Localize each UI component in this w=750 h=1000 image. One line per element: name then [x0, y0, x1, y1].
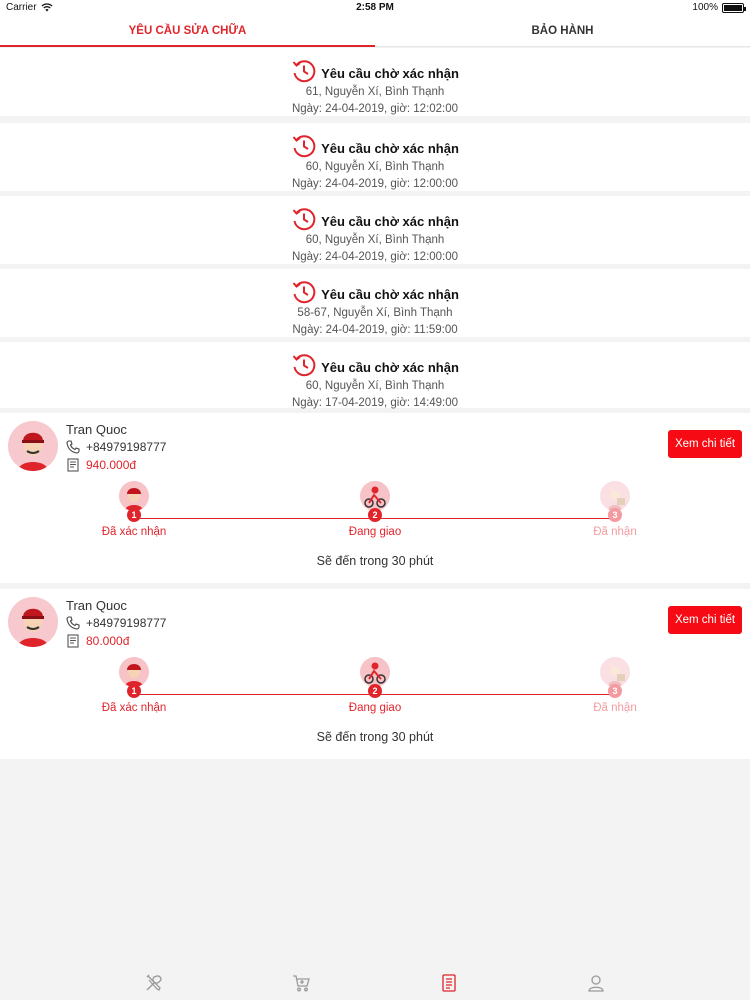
step-label: Đang giao	[348, 526, 402, 538]
step-2-icon	[360, 481, 390, 511]
step-3-icon	[600, 657, 630, 687]
pending-request-card[interactable]: Yêu cầu chờ xác nhận 60, Nguyễn Xí, Bình …	[0, 123, 750, 191]
progress-step: 1 Đã xác nhận	[74, 657, 194, 714]
customer-name: Tran Quoc	[66, 422, 127, 437]
receipt-icon	[67, 634, 79, 648]
tab-warranty[interactable]: BẢO HÀNH	[375, 16, 750, 46]
pending-request-header: Yêu cầu chờ xác nhận	[0, 58, 750, 89]
progress-step: 1 Đã xác nhận	[74, 481, 194, 538]
pending-clock-icon	[291, 279, 317, 310]
phone-row: +84979198777	[66, 616, 166, 630]
progress-step: 2 Đang giao	[315, 657, 435, 714]
step-number: 3	[608, 508, 622, 522]
progress-step: 3 Đã nhận	[555, 657, 675, 714]
pending-request-title: Yêu cầu chờ xác nhận	[321, 66, 459, 81]
phone-icon	[66, 616, 80, 630]
order-price: 80.000đ	[86, 634, 130, 648]
clock: 2:58 PM	[356, 2, 394, 13]
pending-clock-icon	[291, 352, 317, 383]
pending-request-address: 60, Nguyễn Xí, Bình Thạnh	[305, 234, 445, 246]
pending-request-header: Yêu cầu chờ xác nhận	[0, 352, 750, 383]
pending-request-datetime: Ngày: 24-04-2019, giờ: 12:02:00	[291, 103, 459, 115]
view-detail-button[interactable]: Xem chi tiết	[668, 430, 742, 458]
phone-icon	[66, 440, 80, 454]
pending-request-datetime: Ngày: 17-04-2019, giờ: 14:49:00	[291, 397, 459, 409]
pending-request-card[interactable]: Yêu cầu chờ xác nhận 60, Nguyễn Xí, Bình …	[0, 342, 750, 409]
eta-text: Sẽ đến trong 30 phút	[316, 554, 434, 568]
pending-request-datetime: Ngày: 24-04-2019, giờ: 11:59:00	[292, 324, 458, 336]
step-number: 1	[127, 684, 141, 698]
pending-request-card[interactable]: Yêu cầu chờ xác nhận 61, Nguyễn Xí, Bình …	[0, 48, 750, 116]
battery-icon	[722, 2, 746, 13]
pending-request-address: 60, Nguyễn Xí, Bình Thạnh	[305, 161, 445, 173]
avatar	[8, 421, 58, 471]
phone-row: +84979198777	[66, 440, 166, 454]
tab-repair-requests[interactable]: YÊU CẦU SỬA CHỮA	[0, 16, 375, 47]
view-detail-button[interactable]: Xem chi tiết	[668, 606, 742, 634]
segment-tabs: YÊU CẦU SỬA CHỮA BẢO HÀNH	[0, 16, 750, 47]
eta-text: Sẽ đến trong 30 phút	[316, 730, 434, 744]
bottom-tab-bar	[0, 966, 750, 1000]
step-number: 3	[608, 684, 622, 698]
pending-request-address: 61, Nguyễn Xí, Bình Thạnh	[305, 86, 445, 98]
step-label: Đã nhận	[593, 526, 637, 538]
step-3-icon	[600, 481, 630, 511]
pending-request-datetime: Ngày: 24-04-2019, giờ: 12:00:00	[291, 178, 459, 190]
pending-request-title: Yêu cầu chờ xác nhận	[321, 214, 459, 229]
pending-request-card[interactable]: Yêu cầu chờ xác nhận 58-67, Nguyễn Xí, Bì…	[0, 269, 750, 337]
phone-number: +84979198777	[86, 440, 167, 454]
step-number: 2	[368, 508, 382, 522]
cart-icon	[293, 975, 311, 992]
status-bar: Carrier 2:58 PM 100%	[0, 0, 750, 16]
pending-request-address: 60, Nguyễn Xí, Bình Thạnh	[305, 380, 445, 392]
step-label: Đã xác nhận	[101, 526, 167, 538]
pending-request-card[interactable]: Yêu cầu chờ xác nhận 60, Nguyễn Xí, Bình …	[0, 196, 750, 264]
step-1-icon	[119, 657, 149, 687]
step-label: Đang giao	[348, 702, 402, 714]
step-label: Đã nhận	[593, 702, 637, 714]
tools-icon	[146, 974, 162, 991]
tab-account[interactable]	[566, 968, 626, 998]
tab-cart[interactable]	[271, 968, 331, 998]
tab-tools[interactable]	[124, 968, 184, 998]
document-icon	[442, 974, 456, 992]
order-price: 940.000đ	[86, 458, 137, 472]
pending-request-title: Yêu cầu chờ xác nhận	[321, 287, 459, 302]
pending-clock-icon	[291, 206, 317, 237]
pending-request-title: Yêu cầu chờ xác nhận	[321, 360, 459, 375]
tab-orders[interactable]	[419, 968, 479, 998]
pending-clock-icon	[291, 58, 317, 89]
price-row: 80.000đ	[66, 634, 129, 648]
step-number: 1	[127, 508, 141, 522]
progress-step: 2 Đang giao	[315, 481, 435, 538]
pending-request-header: Yêu cầu chờ xác nhận	[0, 279, 750, 310]
pending-request-header: Yêu cầu chờ xác nhận	[0, 206, 750, 237]
progress-step: 3 Đã nhận	[555, 481, 675, 538]
battery-percent: 100%	[692, 2, 718, 13]
step-1-icon	[119, 481, 149, 511]
pending-request-header: Yêu cầu chờ xác nhận	[0, 133, 750, 164]
phone-number: +84979198777	[86, 616, 167, 630]
battery-indicator: 100%	[692, 2, 746, 13]
receipt-icon	[67, 458, 79, 472]
customer-name: Tran Quoc	[66, 598, 127, 613]
pending-clock-icon	[291, 133, 317, 164]
avatar	[8, 597, 58, 647]
step-label: Đã xác nhận	[101, 702, 167, 714]
step-2-icon	[360, 657, 390, 687]
pending-request-title: Yêu cầu chờ xác nhận	[321, 141, 459, 156]
user-icon	[588, 975, 604, 992]
pending-request-datetime: Ngày: 24-04-2019, giờ: 12:00:00	[291, 251, 459, 263]
order-card: Tran Quoc +84979198777 940.000đ Xem chi tiế…	[0, 413, 750, 583]
step-number: 2	[368, 684, 382, 698]
pending-request-address: 58-67, Nguyễn Xí, Bình Thạnh	[297, 307, 453, 319]
price-row: 940.000đ	[66, 458, 136, 472]
order-card: Tran Quoc +84979198777 80.000đ Xem chi tiết…	[0, 589, 750, 759]
